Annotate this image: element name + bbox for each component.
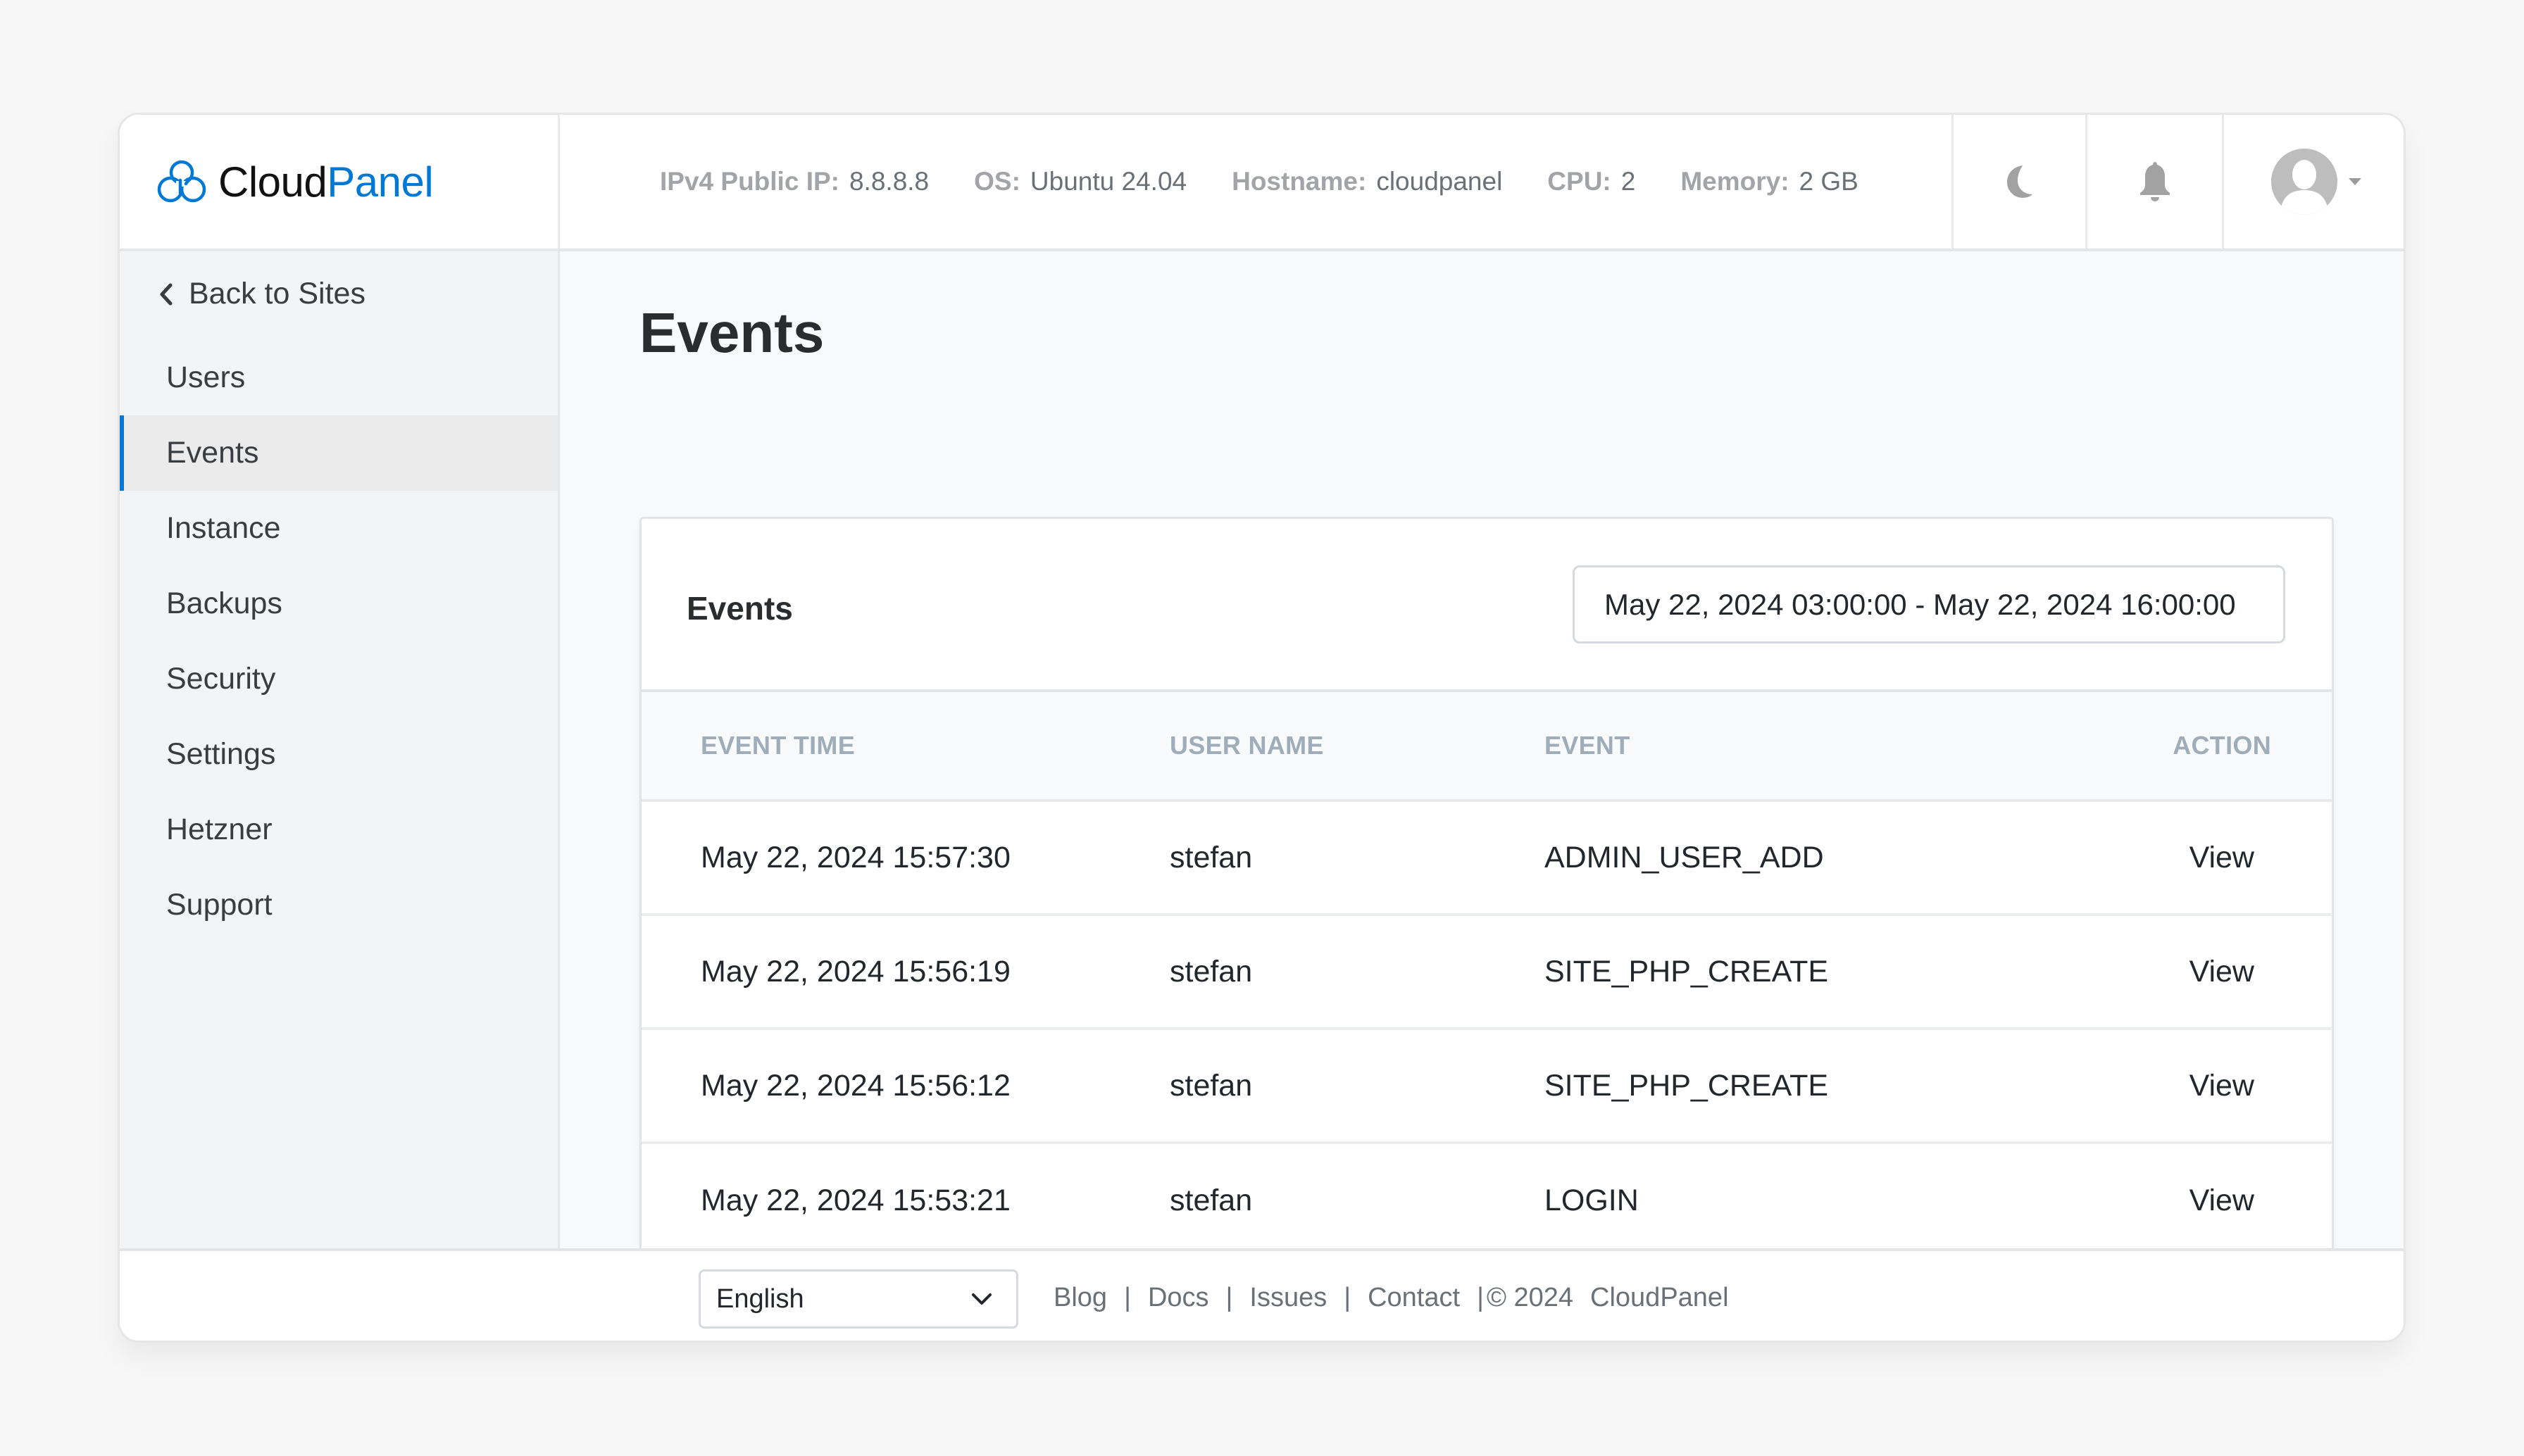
language-select[interactable]: English: [699, 1269, 1018, 1329]
info-os: OS: Ubuntu 24.04: [974, 167, 1187, 196]
avatar-icon: [2270, 149, 2337, 215]
events-card: Events EVENT TIME USER NAME EVENT ACTION…: [639, 517, 2334, 1260]
footer-brand: CloudPanel: [1590, 1283, 1729, 1312]
footer-link-issues[interactable]: Issues: [1249, 1283, 1327, 1313]
footer: English Blog | Docs | Issues | Contact |…: [120, 1248, 2404, 1341]
view-button[interactable]: View: [2189, 1184, 2254, 1217]
sidebar-item-label: Security: [166, 662, 276, 696]
info-hostname-label: Hostname:: [1232, 167, 1367, 196]
info-cpu: CPU: 2: [1547, 167, 1635, 196]
sidebar-item-support[interactable]: Support: [120, 867, 558, 943]
bell-icon: [2139, 162, 2170, 201]
sidebar: Back to Sites Users Events Instance Back…: [120, 251, 560, 1248]
info-hostname: Hostname: cloudpanel: [1232, 167, 1502, 196]
view-button[interactable]: View: [2189, 1069, 2254, 1103]
view-button[interactable]: View: [2189, 841, 2254, 874]
cell-event: SITE_PHP_CREATE: [1544, 1029, 2120, 1144]
chevron-left-icon: [160, 283, 173, 305]
sidebar-item-label: Events: [166, 436, 259, 470]
separator: |: [1344, 1283, 1351, 1312]
table-row: May 22, 2024 15:56:12 stefan SITE_PHP_CR…: [642, 1029, 2332, 1144]
table-row: May 22, 2024 15:57:30 stefan ADMIN_USER_…: [642, 801, 2332, 916]
notifications-button[interactable]: [2085, 115, 2222, 249]
table-row: May 22, 2024 15:53:21 stefan LOGIN View: [642, 1143, 2332, 1257]
cell-user-name: stefan: [1170, 915, 1544, 1030]
sidebar-item-label: Hetzner: [166, 812, 273, 846]
info-memory-label: Memory:: [1680, 167, 1789, 196]
cell-user-name: stefan: [1170, 801, 1544, 916]
brand-name: CloudPanel: [218, 158, 434, 206]
events-table: EVENT TIME USER NAME EVENT ACTION May 22…: [642, 692, 2332, 1257]
cell-event: SITE_PHP_CREATE: [1544, 915, 2120, 1030]
sidebar-item-backups[interactable]: Backups: [120, 566, 558, 641]
main-content: Events Events EVENT TIME USER NAME EVENT…: [560, 251, 2404, 1260]
server-info-bar: IPv4 Public IP: 8.8.8.8 OS: Ubuntu 24.04…: [660, 115, 1858, 249]
sidebar-item-label: Settings: [166, 737, 276, 771]
sidebar-item-label: Instance: [166, 511, 281, 545]
info-cpu-label: CPU:: [1547, 167, 1611, 196]
info-ip-label: IPv4 Public IP:: [660, 167, 839, 196]
theme-toggle-button[interactable]: [1951, 115, 2085, 249]
info-memory: Memory: 2 GB: [1680, 167, 1858, 196]
cell-event: ADMIN_USER_ADD: [1544, 801, 2120, 916]
sidebar-nav: Users Events Instance Backups Security S…: [120, 340, 558, 943]
sidebar-item-label: Users: [166, 360, 246, 394]
info-memory-value: 2 GB: [1799, 167, 1858, 196]
logo[interactable]: CloudPanel: [120, 115, 560, 249]
sidebar-item-instance[interactable]: Instance: [120, 491, 558, 566]
sidebar-item-security[interactable]: Security: [120, 641, 558, 717]
sidebar-item-label: Backups: [166, 586, 282, 620]
view-button[interactable]: View: [2189, 955, 2254, 989]
info-ip-value: 8.8.8.8: [849, 167, 930, 196]
sidebar-item-users[interactable]: Users: [120, 340, 558, 415]
date-range-input[interactable]: [1573, 565, 2285, 644]
table-header-row: EVENT TIME USER NAME EVENT ACTION: [642, 692, 2332, 802]
brand-name-part1: Cloud: [218, 158, 327, 206]
back-to-sites-label: Back to Sites: [189, 277, 366, 310]
cell-event: LOGIN: [1544, 1183, 1639, 1217]
footer-links: Blog | Docs | Issues | Contact | © 2024 …: [1054, 1251, 1729, 1341]
info-hostname-value: cloudpanel: [1376, 167, 1503, 196]
brand-name-part2: Panel: [327, 158, 434, 206]
separator: |: [1124, 1283, 1131, 1312]
column-header-user-name[interactable]: USER NAME: [1170, 692, 1544, 802]
footer-link-contact[interactable]: Contact: [1368, 1283, 1460, 1313]
cell-user-name: stefan: [1170, 1183, 1253, 1217]
sidebar-item-settings[interactable]: Settings: [120, 717, 558, 792]
back-to-sites-link[interactable]: Back to Sites: [159, 277, 366, 311]
separator: |: [1225, 1283, 1233, 1312]
moon-icon: [2006, 165, 2032, 198]
cell-event-time: May 22, 2024 15:56:19: [642, 915, 1170, 1030]
language-select-value: English: [716, 1284, 804, 1314]
footer-link-blog[interactable]: Blog: [1054, 1283, 1107, 1313]
sidebar-item-hetzner[interactable]: Hetzner: [120, 792, 558, 867]
page-title: Events: [639, 301, 825, 364]
app-window: CloudPanel IPv4 Public IP: 8.8.8.8 OS: U…: [118, 113, 2406, 1343]
top-header: CloudPanel IPv4 Public IP: 8.8.8.8 OS: U…: [120, 115, 2404, 251]
info-ip: IPv4 Public IP: 8.8.8.8: [660, 167, 929, 196]
cell-event-time: May 22, 2024 15:53:21: [701, 1183, 1011, 1217]
info-os-label: OS:: [974, 167, 1020, 196]
cell-event-time: May 22, 2024 15:56:12: [642, 1029, 1170, 1144]
column-header-event-time[interactable]: EVENT TIME: [642, 692, 1170, 802]
footer-link-docs[interactable]: Docs: [1148, 1283, 1209, 1313]
caret-down-icon: [2348, 178, 2361, 185]
table-row: May 22, 2024 15:56:19 stefan SITE_PHP_CR…: [642, 915, 2332, 1030]
cell-user-name: stefan: [1170, 1029, 1544, 1144]
cloudpanel-logo-icon: [157, 160, 206, 203]
sidebar-item-label: Support: [166, 888, 273, 922]
info-cpu-value: 2: [1620, 167, 1636, 196]
cell-event-time: May 22, 2024 15:57:30: [642, 801, 1170, 916]
separator: |: [1477, 1283, 1484, 1312]
column-header-event[interactable]: EVENT: [1544, 692, 2120, 802]
user-menu-button[interactable]: [2222, 115, 2404, 249]
copyright: © 2024: [1486, 1283, 1574, 1312]
chevron-down-icon: [972, 1293, 992, 1305]
sidebar-item-events[interactable]: Events: [120, 415, 558, 491]
card-title: Events: [687, 590, 793, 627]
card-header: Events: [642, 519, 2332, 692]
info-os-value: Ubuntu 24.04: [1030, 167, 1187, 196]
column-header-action: ACTION: [2120, 692, 2332, 802]
